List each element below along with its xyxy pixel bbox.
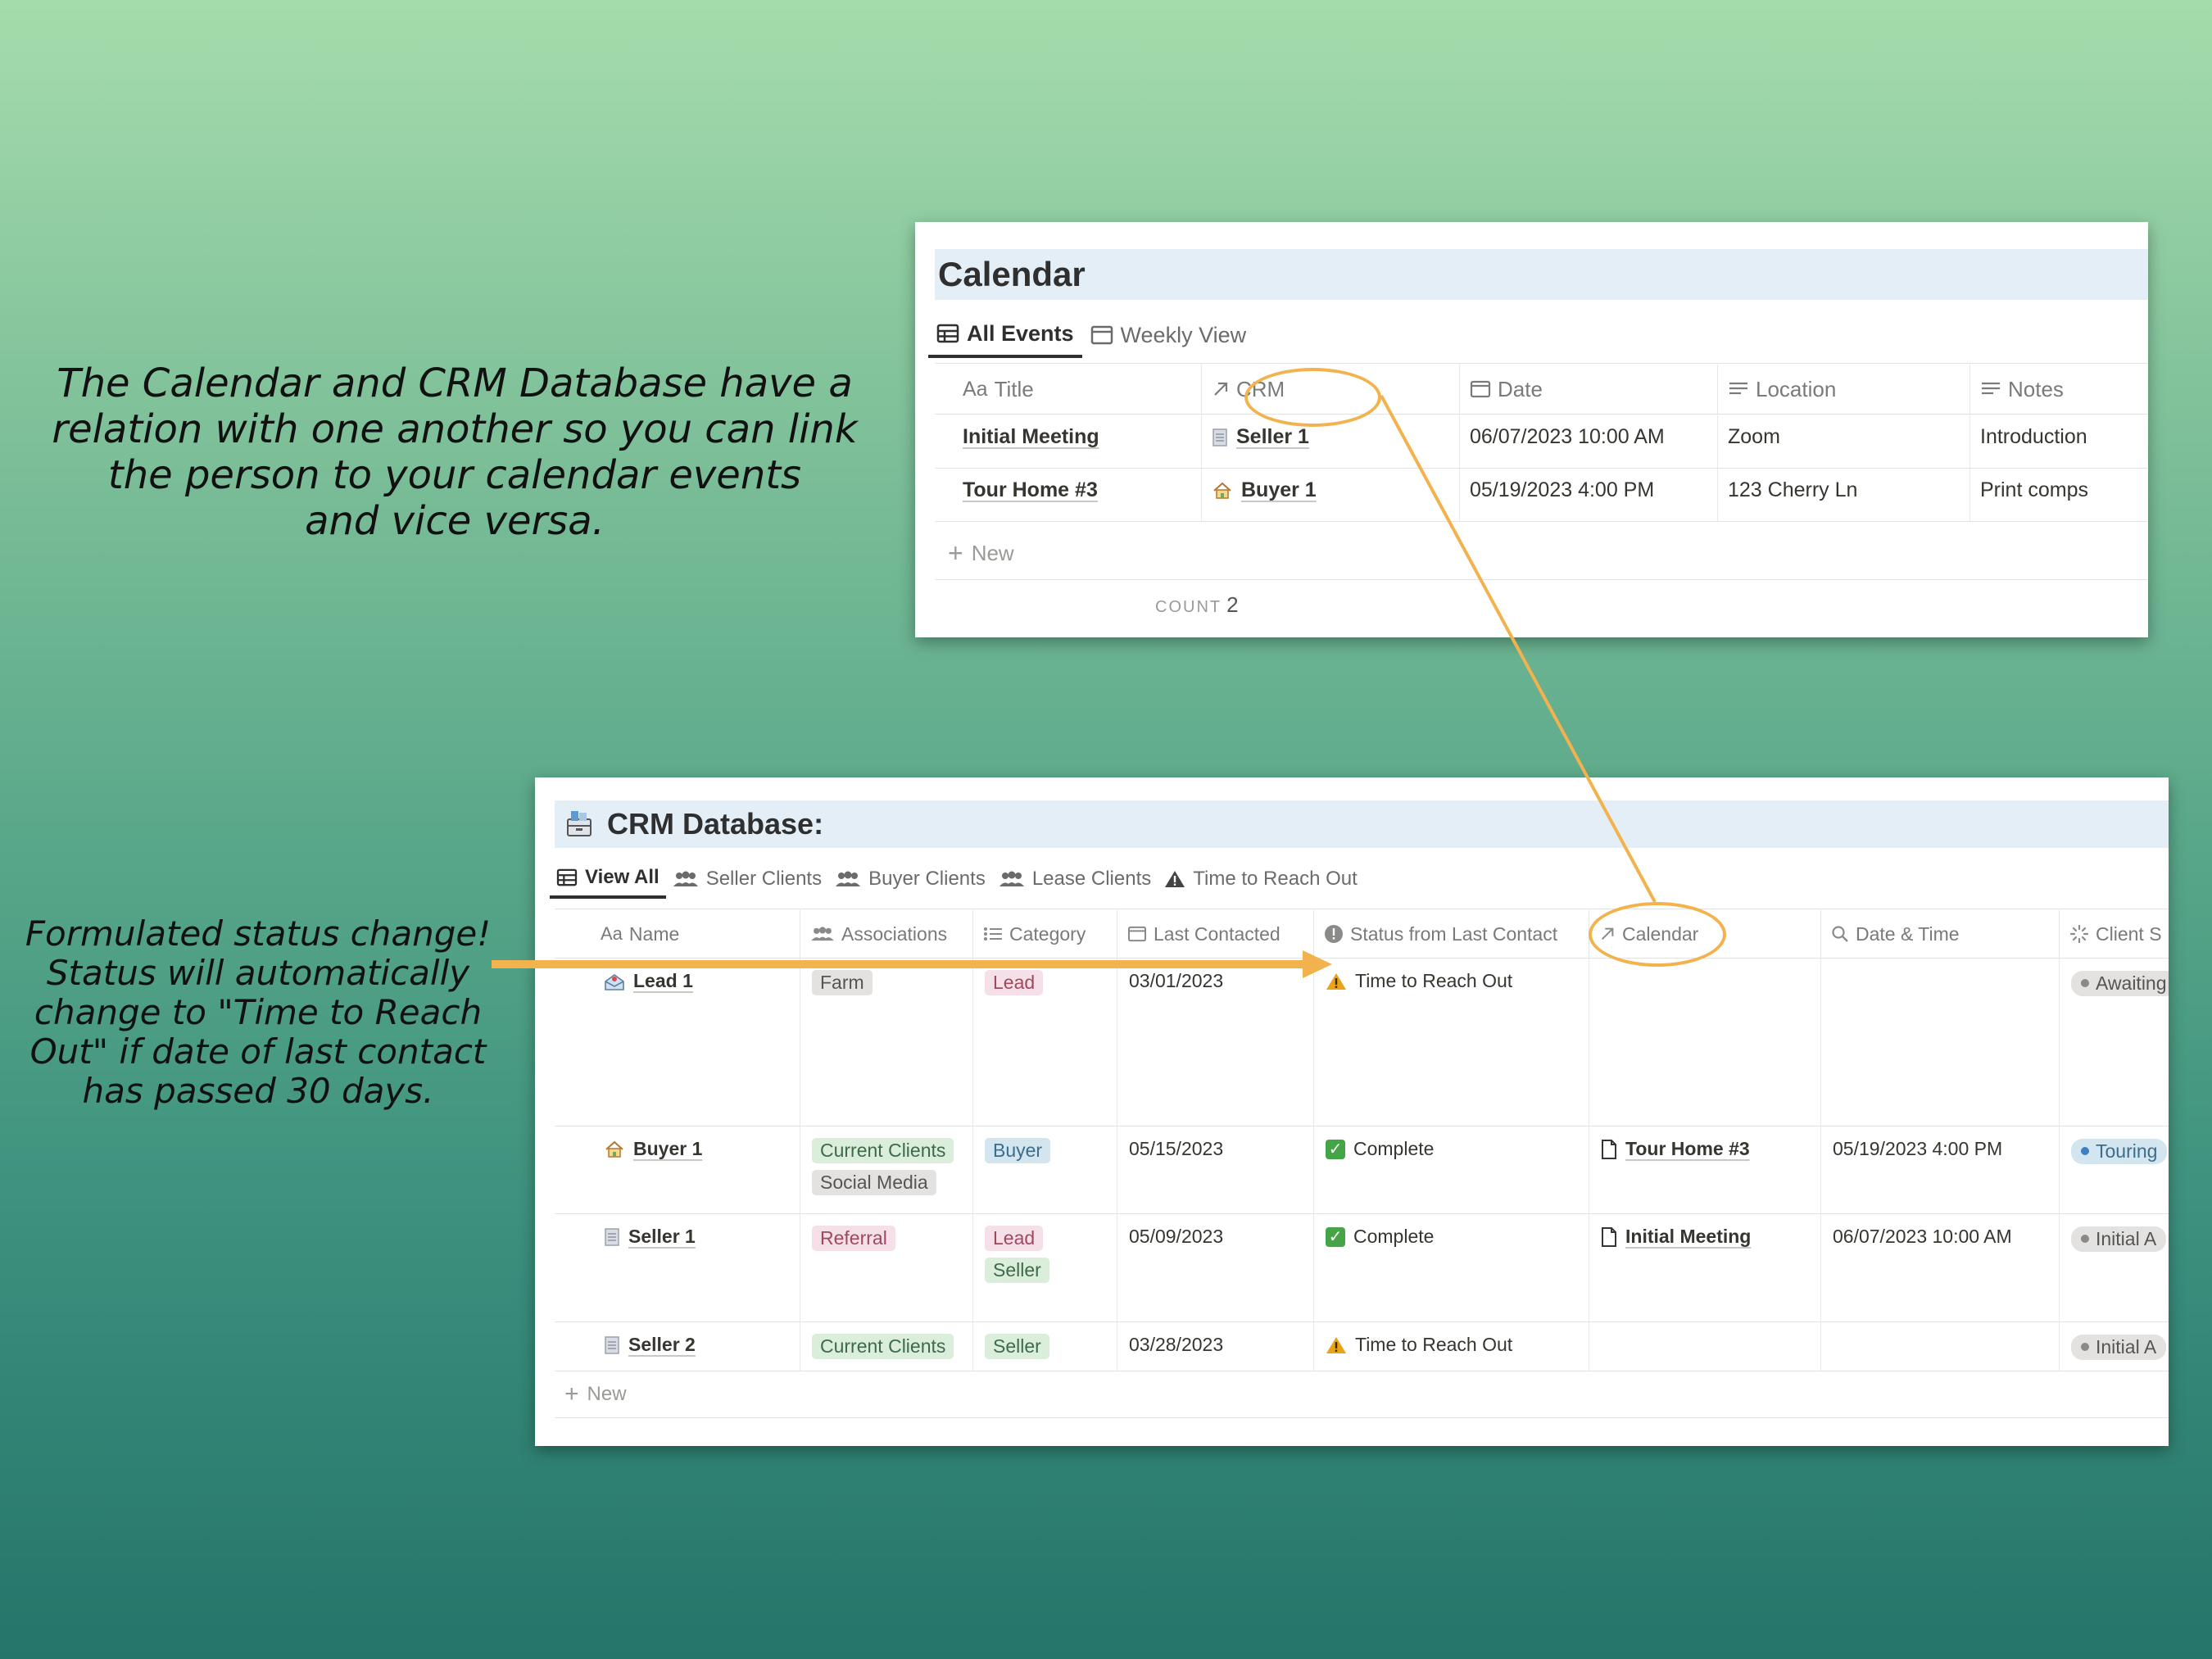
relation-connector-line [1380, 395, 1657, 903]
arrow-head-icon [1303, 950, 1332, 978]
annotation-arrows [492, 395, 1657, 978]
